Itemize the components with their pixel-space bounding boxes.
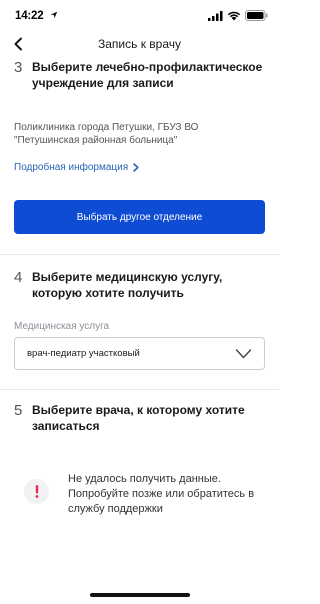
service-field-label: Медицинская услуга [14, 321, 110, 332]
section-divider [0, 389, 279, 390]
signal-icon [208, 10, 223, 21]
page-title: Запись к врачу [97, 37, 181, 51]
step-4-header: 4 Выберите медицинскую услугу, которую х… [14, 269, 264, 301]
step-number: 5 [14, 402, 23, 419]
error-message: Не удалось получить данные. Попробуйте п… [68, 473, 255, 515]
status-bar: 14:22 [0, 0, 279, 30]
clinic-name: Поликлиника города Петушки, ГБУЗ ВО "Пет… [14, 122, 199, 146]
nav-bar: Запись к врачу [0, 30, 279, 58]
battery-icon [245, 10, 268, 21]
step-3-header: 3 Выберите лечебно-профилактическое учре… [14, 59, 264, 91]
step-number: 3 [14, 59, 23, 76]
more-info-link[interactable]: Подробная информация [14, 162, 139, 173]
section-divider [0, 254, 279, 255]
more-info-label: Подробная информация [14, 162, 129, 173]
step-title: Выберите врача, к которому хотите записа… [32, 403, 245, 433]
location-arrow-icon [50, 11, 58, 19]
step-title: Выберите лечебно-профилактическое учрежд… [32, 60, 263, 90]
step-number: 4 [14, 269, 23, 286]
step-title: Выберите медицинскую услугу, которую хот… [32, 270, 223, 300]
home-indicator [90, 593, 190, 597]
exclamation-icon [35, 485, 38, 498]
status-time: 14:22 [15, 10, 44, 22]
chevron-down-icon [235, 349, 252, 359]
step-5-header: 5 Выберите врача, к которому хотите запи… [14, 402, 264, 434]
service-select[interactable]: врач-педиатр участковый [14, 337, 265, 370]
status-icons [208, 10, 268, 21]
choose-other-department-button[interactable]: Выбрать другое отделение [14, 200, 265, 234]
service-select-value: врач-педиатр участковый [27, 348, 140, 359]
chevron-right-icon [133, 163, 139, 172]
wifi-icon [227, 11, 241, 20]
error-icon [24, 479, 49, 504]
